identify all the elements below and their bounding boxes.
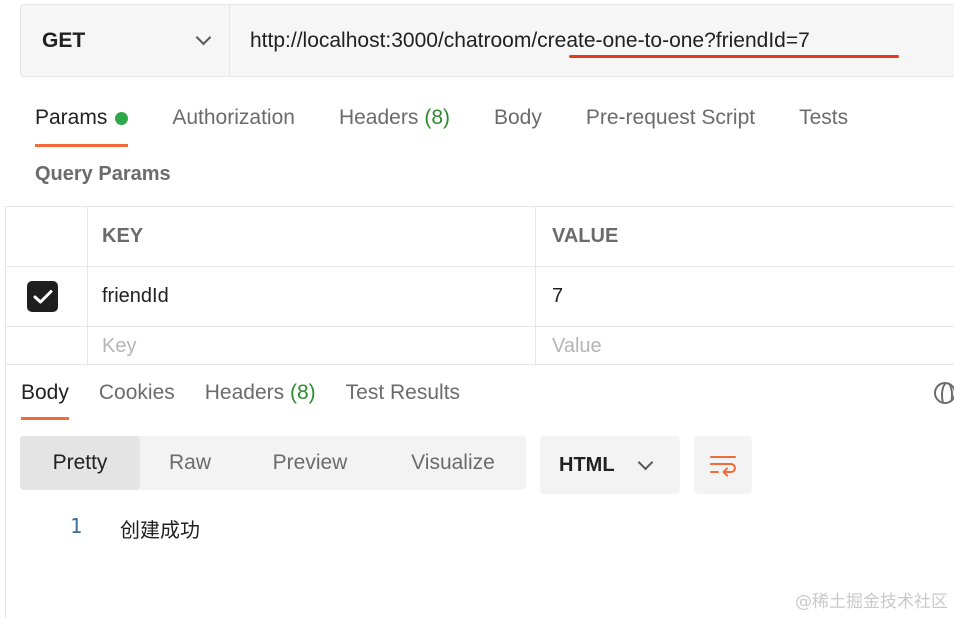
params-table: KEY VALUE friendId 7 Key Value xyxy=(5,206,954,366)
url-text: http://localhost:3000/chatroom/create-on… xyxy=(250,28,810,52)
new-key-input[interactable]: Key xyxy=(88,327,536,366)
tab-response-headers[interactable]: Headers (8) xyxy=(205,376,316,410)
tab-label: Headers xyxy=(204,381,285,404)
tab-pre-request-script[interactable]: Pre-request Script xyxy=(586,100,755,136)
method-label: GET xyxy=(42,28,86,52)
format-select[interactable]: HTML xyxy=(540,436,680,494)
tab-headers[interactable]: Headers (8) xyxy=(339,100,450,136)
tab-authorization[interactable]: Authorization xyxy=(172,100,295,136)
checkbox-checked-icon[interactable] xyxy=(27,281,58,312)
chevron-down-icon xyxy=(637,454,653,470)
tab-label: Test Results xyxy=(345,381,461,404)
view-mode-bar: Pretty Raw Preview Visualize xyxy=(20,436,526,490)
value-column-header: VALUE xyxy=(552,225,619,247)
method-select[interactable]: GET xyxy=(21,5,230,76)
url-input[interactable]: http://localhost:3000/chatroom/create-on… xyxy=(230,5,954,76)
tab-label: Pre-request Script xyxy=(585,106,756,129)
tab-tests[interactable]: Tests xyxy=(799,100,848,136)
tab-test-results[interactable]: Test Results xyxy=(346,376,460,410)
panel-left-border xyxy=(5,206,6,618)
tab-label: Params xyxy=(35,106,108,129)
response-text: 创建成功 xyxy=(120,518,200,542)
view-visualize-button[interactable]: Visualize xyxy=(380,436,526,490)
response-divider xyxy=(5,364,954,365)
headers-count: (8) xyxy=(424,106,450,129)
request-url-bar: GET http://localhost:3000/chatroom/creat… xyxy=(20,4,954,77)
response-tabs: Body Cookies Headers (8) Test Results xyxy=(21,376,490,420)
url-highlight-underline xyxy=(569,55,899,58)
wrap-lines-icon xyxy=(710,456,736,477)
chevron-down-icon xyxy=(195,29,212,46)
tab-label: Body xyxy=(21,381,69,404)
wrap-lines-button[interactable] xyxy=(694,436,752,494)
param-value-field[interactable]: 7 xyxy=(536,267,954,326)
new-value-input[interactable]: Value xyxy=(536,327,954,366)
response-body-code: 1 创建成功 xyxy=(70,514,200,543)
params-active-dot xyxy=(115,111,129,125)
watermark: @稀土掘金技术社区 xyxy=(795,592,948,612)
query-params-title: Query Params xyxy=(35,163,171,185)
request-tabs: Params Authorization Headers (8) Body Pre… xyxy=(35,100,892,148)
tab-label: Tests xyxy=(799,106,849,129)
tab-label: Cookies xyxy=(98,381,175,404)
table-header-row: KEY VALUE xyxy=(5,206,954,266)
param-key-field[interactable]: friendId xyxy=(88,267,536,326)
headers-count: (8) xyxy=(289,381,316,404)
view-pretty-button[interactable]: Pretty xyxy=(20,436,140,490)
header-check-cell xyxy=(5,207,88,266)
view-preview-button[interactable]: Preview xyxy=(240,436,380,490)
key-column-header: KEY xyxy=(88,207,536,266)
tab-cookies[interactable]: Cookies xyxy=(99,376,175,410)
table-row: friendId 7 xyxy=(5,266,954,326)
tab-label: Headers xyxy=(338,106,419,129)
tab-response-body[interactable]: Body xyxy=(21,376,69,420)
tab-label: Authorization xyxy=(172,106,295,129)
format-label: HTML xyxy=(559,453,615,476)
view-raw-button[interactable]: Raw xyxy=(140,436,240,490)
table-row-empty: Key Value xyxy=(5,326,954,366)
row-check-cell xyxy=(5,267,88,326)
tab-body[interactable]: Body xyxy=(494,100,542,136)
line-number: 1 xyxy=(70,514,83,538)
tab-params[interactable]: Params xyxy=(35,100,129,147)
row-check-cell xyxy=(5,327,88,366)
globe-icon[interactable] xyxy=(934,382,954,404)
tab-label: Body xyxy=(494,106,542,129)
